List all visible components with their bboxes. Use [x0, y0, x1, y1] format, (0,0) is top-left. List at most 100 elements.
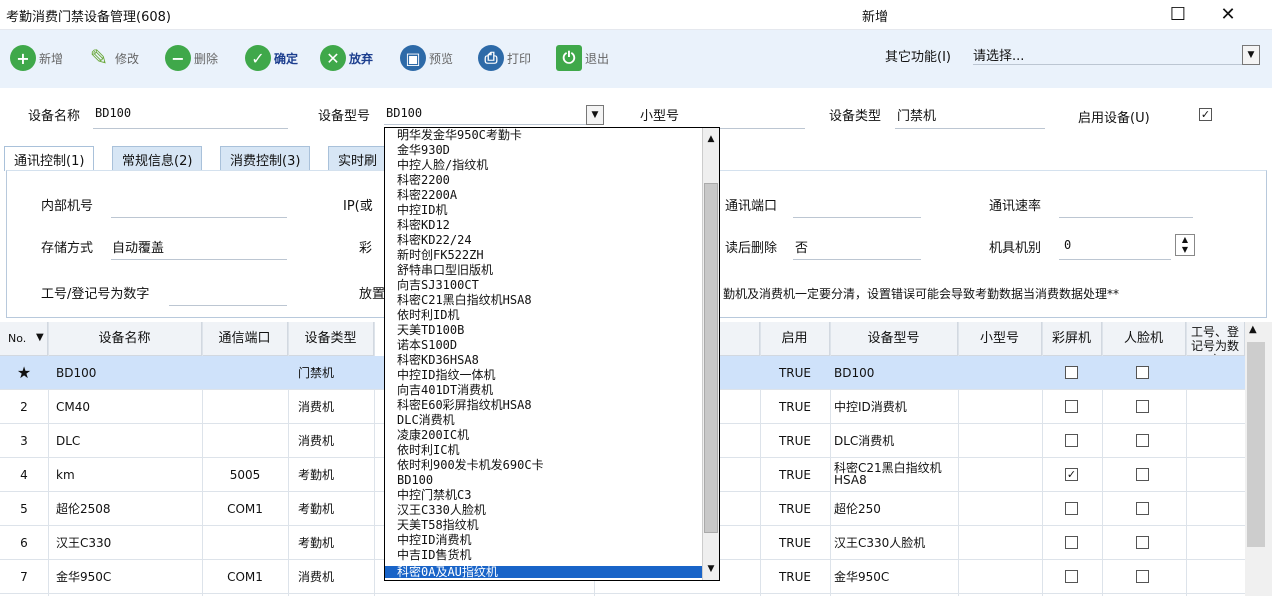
dropdown-option[interactable]: 天美T58指纹机: [397, 519, 479, 531]
dropdown-option[interactable]: 中吉ID售货机: [397, 549, 471, 561]
dropdown-option[interactable]: 中控ID机: [397, 204, 447, 216]
minus-icon: −: [165, 45, 191, 71]
face-checkbox[interactable]: [1136, 468, 1149, 481]
dropdown-scroll-thumb[interactable]: [704, 183, 718, 533]
chevron-down-icon[interactable]: ▼: [1242, 45, 1260, 65]
toolbar-button-7[interactable]: ⎙ 打印: [478, 43, 531, 73]
dropdown-option[interactable]: 汉王C330人脸机: [397, 504, 486, 516]
warning-text: 勤机及消费机一定要分清，设置错误可能会导致考勤数据当消费数据处理**: [723, 287, 1120, 301]
machine-type-stepper[interactable]: ▲ ▼: [1175, 234, 1195, 256]
tab-4[interactable]: 实时刷: [328, 146, 388, 171]
dropdown-option[interactable]: 金华930D: [397, 144, 450, 156]
grid-header[interactable]: 小型号: [958, 322, 1042, 356]
dropdown-option[interactable]: 科密KD22/24: [397, 234, 472, 246]
table-cell: 3: [20, 434, 28, 448]
toolbar-button-1[interactable]: + 新增: [10, 43, 63, 73]
scroll-down-icon[interactable]: ▼: [703, 560, 719, 578]
delete-after-input[interactable]: 否: [795, 237, 808, 256]
scroll-up-icon[interactable]: ▲: [1249, 324, 1257, 335]
grid-scrollbar[interactable]: ▲: [1245, 322, 1272, 596]
tab-3[interactable]: 消费控制(3): [220, 146, 311, 171]
grid-header[interactable]: 启用: [760, 322, 830, 356]
dropdown-option[interactable]: 中控人脸/指纹机: [397, 159, 488, 171]
grid-header[interactable]: 通信端口: [202, 322, 288, 356]
grid-header[interactable]: 人脸机: [1102, 322, 1186, 356]
color-screen-checkbox[interactable]: [1065, 434, 1078, 447]
close-button[interactable]: ✕: [1215, 3, 1241, 27]
grid-header[interactable]: 设备型号: [830, 322, 958, 356]
table-cell: TRUE: [778, 366, 812, 380]
dropdown-option[interactable]: DLC消费机: [397, 414, 455, 426]
dropdown-option[interactable]: 科密2200: [397, 174, 450, 186]
machine-type-input[interactable]: 0: [1064, 238, 1071, 252]
toolbar-button-3[interactable]: − 删除: [165, 43, 218, 73]
other-functions-select[interactable]: 请选择... ▼: [973, 43, 1260, 65]
dropdown-option[interactable]: 科密E60彩屏指纹机HSA8: [397, 399, 532, 411]
device-type-input[interactable]: 门禁机: [897, 105, 936, 124]
color-screen-checkbox[interactable]: [1065, 366, 1078, 379]
dropdown-option[interactable]: 依时利900发卡机发690C卡: [397, 459, 544, 471]
color-screen-checkbox[interactable]: [1065, 570, 1078, 583]
color-screen-checkbox[interactable]: [1065, 536, 1078, 549]
toolbar-button-4[interactable]: ✓ 确定: [245, 43, 298, 73]
face-checkbox[interactable]: [1136, 570, 1149, 583]
dropdown-option[interactable]: 科密KD36HSA8: [397, 354, 479, 366]
dropdown-option[interactable]: 科密C21黑白指纹机HSA8: [397, 294, 532, 306]
tab-1[interactable]: 通讯控制(1): [4, 146, 95, 171]
color-screen-checkbox[interactable]: ✓: [1065, 468, 1078, 481]
toolbar-button-5[interactable]: ✕ 放弃: [320, 43, 373, 73]
device-name-input[interactable]: BD100: [95, 106, 131, 120]
dropdown-option[interactable]: 科密0A及AU指纹机: [385, 566, 703, 578]
dropdown-option[interactable]: 依时利ID机: [397, 309, 459, 321]
grid-header[interactable]: 设备名称: [48, 322, 202, 356]
scroll-thumb[interactable]: [1247, 342, 1265, 547]
dropdown-option[interactable]: 舒特串口型旧版机: [397, 264, 493, 276]
grid-header[interactable]: 彩屏机: [1042, 322, 1102, 356]
table-cell: BD100: [56, 366, 97, 380]
table-cell: DLC: [56, 434, 81, 448]
dropdown-option[interactable]: 诺本S100D: [397, 339, 457, 351]
storage-input[interactable]: 自动覆盖: [112, 237, 164, 256]
filter-icon[interactable]: ▼: [36, 332, 44, 343]
dropdown-option[interactable]: 凌康200IC机: [397, 429, 469, 441]
table-cell: TRUE: [778, 434, 812, 448]
dropdown-option[interactable]: 新时创FK522ZH: [397, 249, 484, 261]
scroll-up-icon[interactable]: ▲: [703, 130, 719, 148]
face-checkbox[interactable]: [1136, 434, 1149, 447]
dropdown-option[interactable]: 科密KD12: [397, 219, 450, 231]
dropdown-option[interactable]: BD100: [397, 474, 433, 486]
tab-strip: 通讯控制(1) 常规信息(2) 消费控制(3) 实时刷: [0, 146, 400, 171]
device-model-select[interactable]: BD100 ▼: [384, 103, 604, 125]
toolbar-button-8[interactable]: ⏻ 退出: [556, 43, 609, 73]
dropdown-list: 明华发金华950C考勤卡 金华930D 中控人脸/指纹机 科密2200 科密2200A 中…: [385, 128, 703, 580]
toolbar-button-label: 打印: [507, 51, 532, 66]
dropdown-option[interactable]: 中控门禁机C3: [397, 489, 471, 501]
grid-header[interactable]: 设备类型: [288, 322, 374, 356]
dropdown-scrollbar[interactable]: ▲ ▼: [702, 128, 719, 580]
chevron-down-icon[interactable]: ▼: [586, 105, 604, 125]
grid-header[interactable]: 工号、登记号为数字: [1186, 322, 1245, 356]
dropdown-option[interactable]: 向吉SJ3100CT: [397, 279, 479, 291]
color-screen-checkbox[interactable]: [1065, 400, 1078, 413]
tab-2[interactable]: 常规信息(2): [112, 146, 203, 171]
other-functions-value: 请选择...: [973, 49, 1025, 64]
table-cell: 门禁机: [298, 366, 335, 380]
dropdown-option[interactable]: 科密2200A: [397, 189, 457, 201]
face-checkbox[interactable]: [1136, 366, 1149, 379]
dropdown-option[interactable]: 天美TD100B: [397, 324, 464, 336]
face-checkbox[interactable]: [1136, 400, 1149, 413]
face-checkbox[interactable]: [1136, 536, 1149, 549]
dropdown-option[interactable]: 明华发金华950C考勤卡: [397, 129, 522, 141]
face-checkbox[interactable]: [1136, 502, 1149, 515]
toolbar-button-6[interactable]: ▣ 预览: [400, 43, 453, 73]
color-screen-checkbox[interactable]: [1065, 502, 1078, 515]
table-cell: 7: [20, 570, 28, 584]
dropdown-option[interactable]: 依时利IC机: [397, 444, 459, 456]
toolbar-button-2[interactable]: ✎ 修改: [86, 43, 139, 73]
enable-device-checkbox[interactable]: ✓: [1199, 108, 1212, 121]
dropdown-option[interactable]: 中控ID指纹一体机: [397, 369, 495, 381]
maximize-button[interactable]: ☐: [1165, 3, 1191, 27]
dropdown-option[interactable]: 向吉401DT消费机: [397, 384, 493, 396]
dropdown-option[interactable]: 中控ID消费机: [397, 534, 471, 546]
color-label: 彩: [359, 241, 373, 256]
